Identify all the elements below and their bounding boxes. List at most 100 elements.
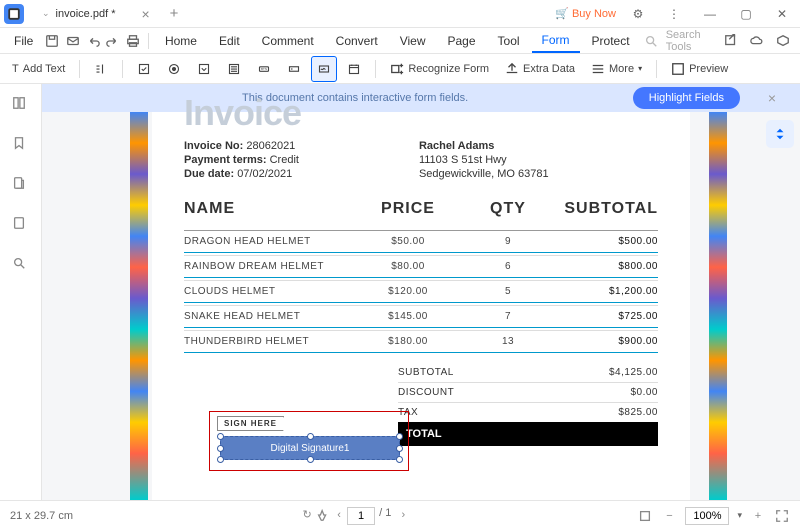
- menu-home[interactable]: Home: [155, 30, 207, 52]
- document-tab[interactable]: ⌄ invoice.pdf * ×: [32, 2, 160, 26]
- menubar: File Home Edit Comment Convert View Page…: [0, 28, 800, 54]
- resize-handle[interactable]: [217, 445, 224, 452]
- col-qty: QTY: [458, 200, 558, 218]
- buy-now-button[interactable]: 🛒Buy Now: [555, 7, 616, 20]
- invoice-meta: Invoice No: 28062021 Payment terms: Cred…: [184, 140, 299, 182]
- close-tab-button[interactable]: ×: [141, 6, 149, 22]
- kebab-menu-icon[interactable]: ⋮: [660, 2, 688, 26]
- add-tab-button[interactable]: +: [170, 5, 179, 22]
- search-tools-placeholder[interactable]: Search Tools: [666, 29, 718, 53]
- text-field-button[interactable]: [281, 56, 307, 82]
- table-row: RAINBOW DREAM HELMET$80.006$800.00: [184, 255, 658, 277]
- menu-view[interactable]: View: [390, 30, 436, 52]
- left-rail: [0, 84, 42, 500]
- total-pages: / 1: [379, 507, 391, 525]
- col-name: NAME: [184, 200, 358, 218]
- menu-convert[interactable]: Convert: [326, 30, 388, 52]
- menu-comment[interactable]: Comment: [252, 30, 324, 52]
- menu-page[interactable]: Page: [438, 30, 486, 52]
- signature-selection-box: SIGN HERE Digital Signature1: [209, 411, 409, 471]
- minimize-button[interactable]: —: [696, 2, 724, 26]
- attachments-icon[interactable]: [12, 176, 30, 194]
- table-row: SNAKE HEAD HELMET$145.007$725.00: [184, 305, 658, 327]
- extra-data-button[interactable]: Extra Data: [499, 59, 581, 79]
- add-text-button[interactable]: TAdd Text: [6, 60, 71, 78]
- search-icon[interactable]: [642, 30, 660, 52]
- document-area: This document contains interactive form …: [42, 84, 800, 500]
- fullscreen-icon[interactable]: [774, 508, 790, 524]
- table-row: THUNDERBIRD HELMET$180.0013$900.00: [184, 330, 658, 352]
- thumbnails-icon[interactable]: [12, 96, 30, 114]
- prev-page-icon[interactable]: ‹: [331, 507, 347, 523]
- listbox-field-button[interactable]: [221, 56, 247, 82]
- menu-tool[interactable]: Tool: [488, 30, 530, 52]
- chevron-down-icon: ▾: [638, 64, 642, 73]
- resize-handle[interactable]: [396, 445, 403, 452]
- file-menu[interactable]: File: [6, 30, 41, 52]
- main-area: This document contains interactive form …: [0, 84, 800, 500]
- tab-title: invoice.pdf *: [56, 8, 116, 20]
- zoom-out-icon[interactable]: −: [661, 508, 677, 524]
- close-infobar-button[interactable]: ×: [768, 90, 776, 106]
- total-final: TOTAL: [398, 422, 658, 446]
- fit-page-icon[interactable]: [637, 508, 653, 524]
- sign-here-label: SIGN HERE: [217, 416, 284, 431]
- digital-signature-field[interactable]: Digital Signature1: [220, 436, 400, 460]
- form-toolbar: TAdd Text BTN Recognize Form Extra Data …: [0, 54, 800, 84]
- print-icon[interactable]: [124, 30, 142, 52]
- invoice-table: NAME PRICE QTY SUBTOTAL DRAGON HEAD HELM…: [184, 200, 658, 353]
- col-subtotal: SUBTOTAL: [558, 200, 658, 218]
- titlebar: ⌄ invoice.pdf * × + 🛒Buy Now ⚙ ⋮ — ▢ ✕: [0, 0, 800, 28]
- chevron-down-icon[interactable]: ▾: [737, 510, 742, 521]
- resize-handle[interactable]: [217, 433, 224, 440]
- maximize-button[interactable]: ▢: [732, 2, 760, 26]
- bookmarks-icon[interactable]: [12, 136, 30, 154]
- next-page-icon[interactable]: ›: [395, 507, 411, 523]
- menu-protect[interactable]: Protect: [582, 30, 640, 52]
- mail-icon[interactable]: [64, 30, 82, 52]
- redo-icon[interactable]: [104, 30, 122, 52]
- date-field-button[interactable]: [341, 56, 367, 82]
- close-window-button[interactable]: ✕: [768, 2, 796, 26]
- more-button[interactable]: More▾: [585, 59, 648, 79]
- checkbox-field-button[interactable]: [131, 56, 157, 82]
- cart-icon: 🛒: [555, 7, 569, 20]
- app-logo: [4, 4, 24, 24]
- button-field-button[interactable]: BTN: [251, 56, 277, 82]
- page-border-left: [130, 112, 148, 500]
- hand-tool-icon[interactable]: [315, 507, 331, 523]
- signature-field-button[interactable]: [311, 56, 337, 82]
- resize-handle[interactable]: [217, 456, 224, 463]
- rotate-icon[interactable]: ↻: [299, 507, 315, 523]
- cloud-icon[interactable]: [746, 30, 768, 52]
- zoom-in-icon[interactable]: +: [750, 508, 766, 524]
- fields-panel-icon[interactable]: [12, 216, 30, 234]
- menu-form[interactable]: Form: [532, 29, 580, 53]
- resize-handle[interactable]: [307, 456, 314, 463]
- menu-edit[interactable]: Edit: [209, 30, 250, 52]
- help-icon[interactable]: [772, 30, 794, 52]
- table-row: DRAGON HEAD HELMET$50.009$500.00: [184, 230, 658, 252]
- search-panel-icon[interactable]: [12, 256, 30, 274]
- preview-checkbox[interactable]: Preview: [665, 59, 734, 79]
- settings-icon[interactable]: ⚙: [624, 2, 652, 26]
- page-number-input[interactable]: [347, 507, 375, 525]
- divider: [148, 33, 149, 49]
- share-icon[interactable]: [720, 30, 742, 52]
- resize-handle[interactable]: [396, 456, 403, 463]
- zoom-input[interactable]: [685, 507, 729, 525]
- save-icon[interactable]: [43, 30, 61, 52]
- invoice-title: Invoice: [184, 92, 658, 134]
- chevron-down-icon: ⌄: [42, 8, 50, 19]
- document-page[interactable]: Invoice Invoice No: 28062021 Payment ter…: [152, 112, 690, 500]
- radio-field-button[interactable]: [161, 56, 187, 82]
- table-row: CLOUDS HELMET$120.005$1,200.00: [184, 280, 658, 302]
- undo-icon[interactable]: [84, 30, 102, 52]
- recognize-form-button[interactable]: Recognize Form: [384, 59, 495, 79]
- customer-address: Rachel Adams 11103 S 51st Hwy Sedgewickv…: [419, 140, 549, 182]
- resize-handle[interactable]: [307, 433, 314, 440]
- resize-handle[interactable]: [396, 433, 403, 440]
- dropdown-field-button[interactable]: [191, 56, 217, 82]
- form-align-button[interactable]: [88, 56, 114, 82]
- type-icon: T: [12, 63, 19, 75]
